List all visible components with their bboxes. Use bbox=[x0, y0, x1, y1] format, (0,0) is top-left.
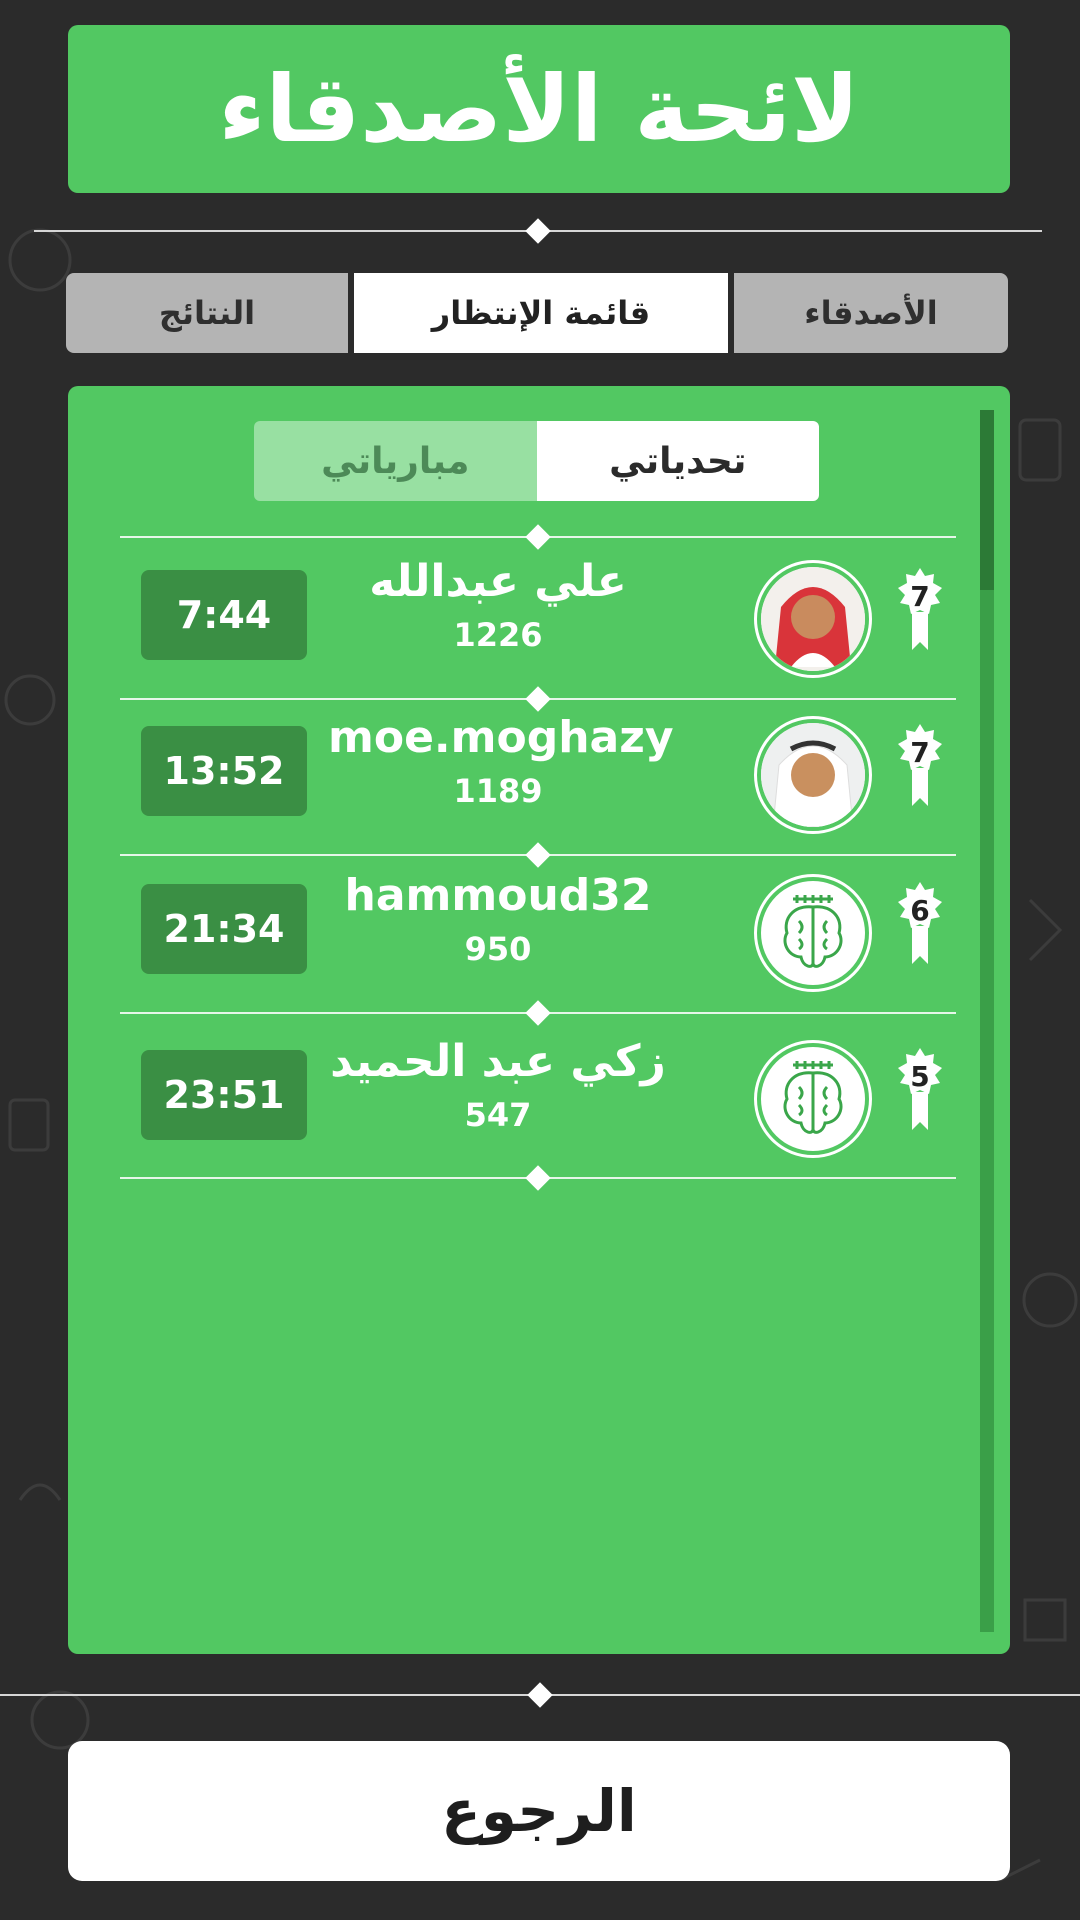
footer-divider bbox=[0, 1694, 1080, 1696]
player-name: زكي عبد الحميد bbox=[330, 1036, 666, 1087]
time-button[interactable]: 7:44 bbox=[141, 570, 307, 660]
avatar bbox=[754, 1040, 872, 1158]
tab-results[interactable]: النتائج bbox=[66, 273, 354, 353]
player-score: 950 bbox=[464, 930, 532, 968]
list-divider bbox=[120, 1012, 956, 1014]
user-photo-icon bbox=[761, 567, 865, 671]
player-score: 1189 bbox=[453, 772, 543, 810]
list-divider bbox=[120, 698, 956, 700]
rank-badge: 5 bbox=[898, 1048, 942, 1134]
player-score: 1226 bbox=[453, 616, 543, 654]
rank-badge: 7 bbox=[898, 724, 942, 810]
brain-icon bbox=[783, 895, 843, 968]
main-tabs: الأصدقاء قائمة الإنتظار النتائج bbox=[66, 273, 1008, 353]
player-name: moe.moghazy bbox=[328, 712, 674, 763]
time-button[interactable]: 13:52 bbox=[141, 726, 307, 816]
list-divider bbox=[120, 1177, 956, 1179]
time-button[interactable]: 21:34 bbox=[141, 884, 307, 974]
page-title: لائحة الأصدقاء bbox=[68, 25, 1010, 193]
brain-icon bbox=[783, 1061, 843, 1134]
tab-waiting-list[interactable]: قائمة الإنتظار bbox=[354, 273, 728, 353]
list-divider bbox=[120, 536, 956, 538]
rank-badge: 6 bbox=[898, 882, 942, 968]
header-divider bbox=[34, 230, 1042, 232]
rank-badge: 7 bbox=[898, 568, 942, 654]
player-score: 547 bbox=[464, 1096, 532, 1134]
player-name: hammoud32 bbox=[344, 870, 652, 921]
list-item[interactable]: 5 زكي عبد الحميد 547 23:51 bbox=[68, 1026, 1010, 1176]
tab-my-challenges[interactable]: تحدياتي bbox=[536, 421, 819, 501]
user-photo-icon bbox=[761, 723, 865, 827]
avatar bbox=[754, 560, 872, 678]
back-button[interactable]: الرجوع bbox=[68, 1741, 1010, 1881]
tab-friends[interactable]: الأصدقاء bbox=[728, 273, 1008, 353]
tab-my-matches[interactable]: مبارياتي bbox=[254, 421, 537, 501]
list-item[interactable]: 7 علي عبدالله 1226 7:44 bbox=[68, 546, 1010, 696]
avatar bbox=[754, 716, 872, 834]
list-item[interactable]: 7 moe.moghazy 1189 13:52 bbox=[68, 702, 1010, 852]
sub-tabs: تحدياتي مبارياتي bbox=[254, 421, 819, 501]
list-item[interactable]: 6 hammoud32 950 21:34 bbox=[68, 860, 1010, 1010]
waiting-list-panel: تحدياتي مبارياتي 7 علي عبدالله 1226 7:44… bbox=[68, 386, 1010, 1654]
time-button[interactable]: 23:51 bbox=[141, 1050, 307, 1140]
player-name: علي عبدالله bbox=[369, 556, 627, 607]
list-divider bbox=[120, 854, 956, 856]
avatar bbox=[754, 874, 872, 992]
